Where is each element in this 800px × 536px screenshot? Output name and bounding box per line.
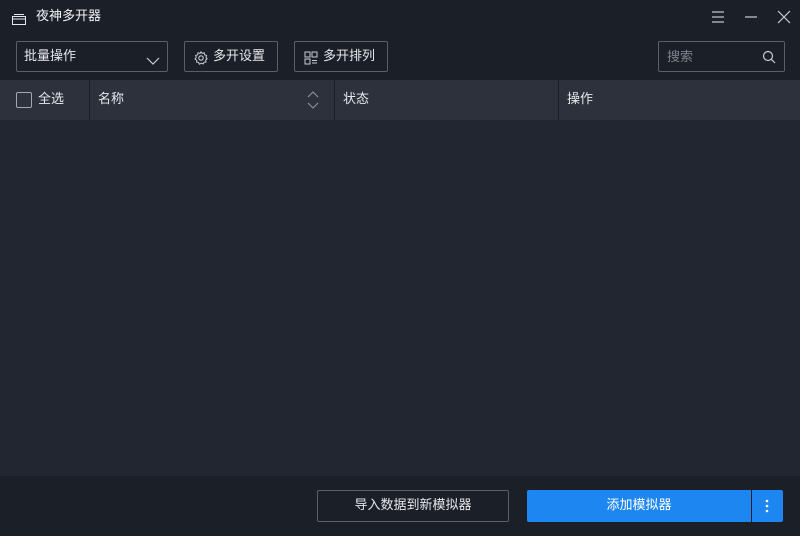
multi-arrange-label: 多开排列	[323, 49, 376, 64]
batch-operation-value: 批量操作	[24, 49, 77, 64]
add-emulator-button[interactable]: 添加模拟器	[527, 490, 751, 522]
emulator-list	[0, 120, 800, 476]
gear-icon	[194, 50, 208, 69]
column-name-label: 名称	[98, 92, 125, 107]
column-actions: 操作	[559, 80, 800, 120]
multi-settings-label: 多开设置	[213, 49, 266, 64]
batch-operation-select[interactable]: 批量操作	[16, 41, 168, 72]
search-input[interactable]	[667, 47, 757, 67]
table-header: 全选 名称 状态 操作	[0, 80, 800, 120]
column-status-label: 状态	[343, 92, 370, 107]
search-box	[658, 41, 785, 72]
more-vertical-icon	[765, 499, 769, 513]
multi-settings-button[interactable]: 多开设置	[184, 41, 278, 72]
select-all-column: 全选	[0, 80, 89, 120]
column-actions-label: 操作	[567, 92, 594, 107]
menu-icon[interactable]	[708, 7, 728, 27]
multi-window-icon	[12, 10, 26, 25]
footer: 导入数据到新模拟器 添加模拟器	[0, 476, 800, 536]
column-status: 状态	[335, 80, 558, 120]
column-name: 名称	[90, 80, 334, 120]
import-data-button[interactable]: 导入数据到新模拟器	[317, 490, 509, 522]
multi-arrange-button[interactable]: 多开排列	[294, 41, 388, 72]
grid-icon	[304, 50, 318, 69]
app-title: 夜神多开器	[36, 9, 102, 24]
select-all-checkbox[interactable]	[16, 92, 32, 108]
minimize-icon[interactable]	[741, 7, 761, 27]
search-icon[interactable]	[762, 49, 776, 68]
chevron-down-icon	[146, 51, 160, 70]
title-bar: 夜神多开器	[0, 0, 800, 34]
select-all-label[interactable]: 全选	[38, 91, 64, 109]
more-options-button[interactable]	[752, 490, 783, 522]
close-icon[interactable]	[774, 7, 794, 27]
sort-icon[interactable]	[307, 90, 319, 114]
toolbar: 批量操作 多开设置 多开排列	[0, 34, 800, 80]
